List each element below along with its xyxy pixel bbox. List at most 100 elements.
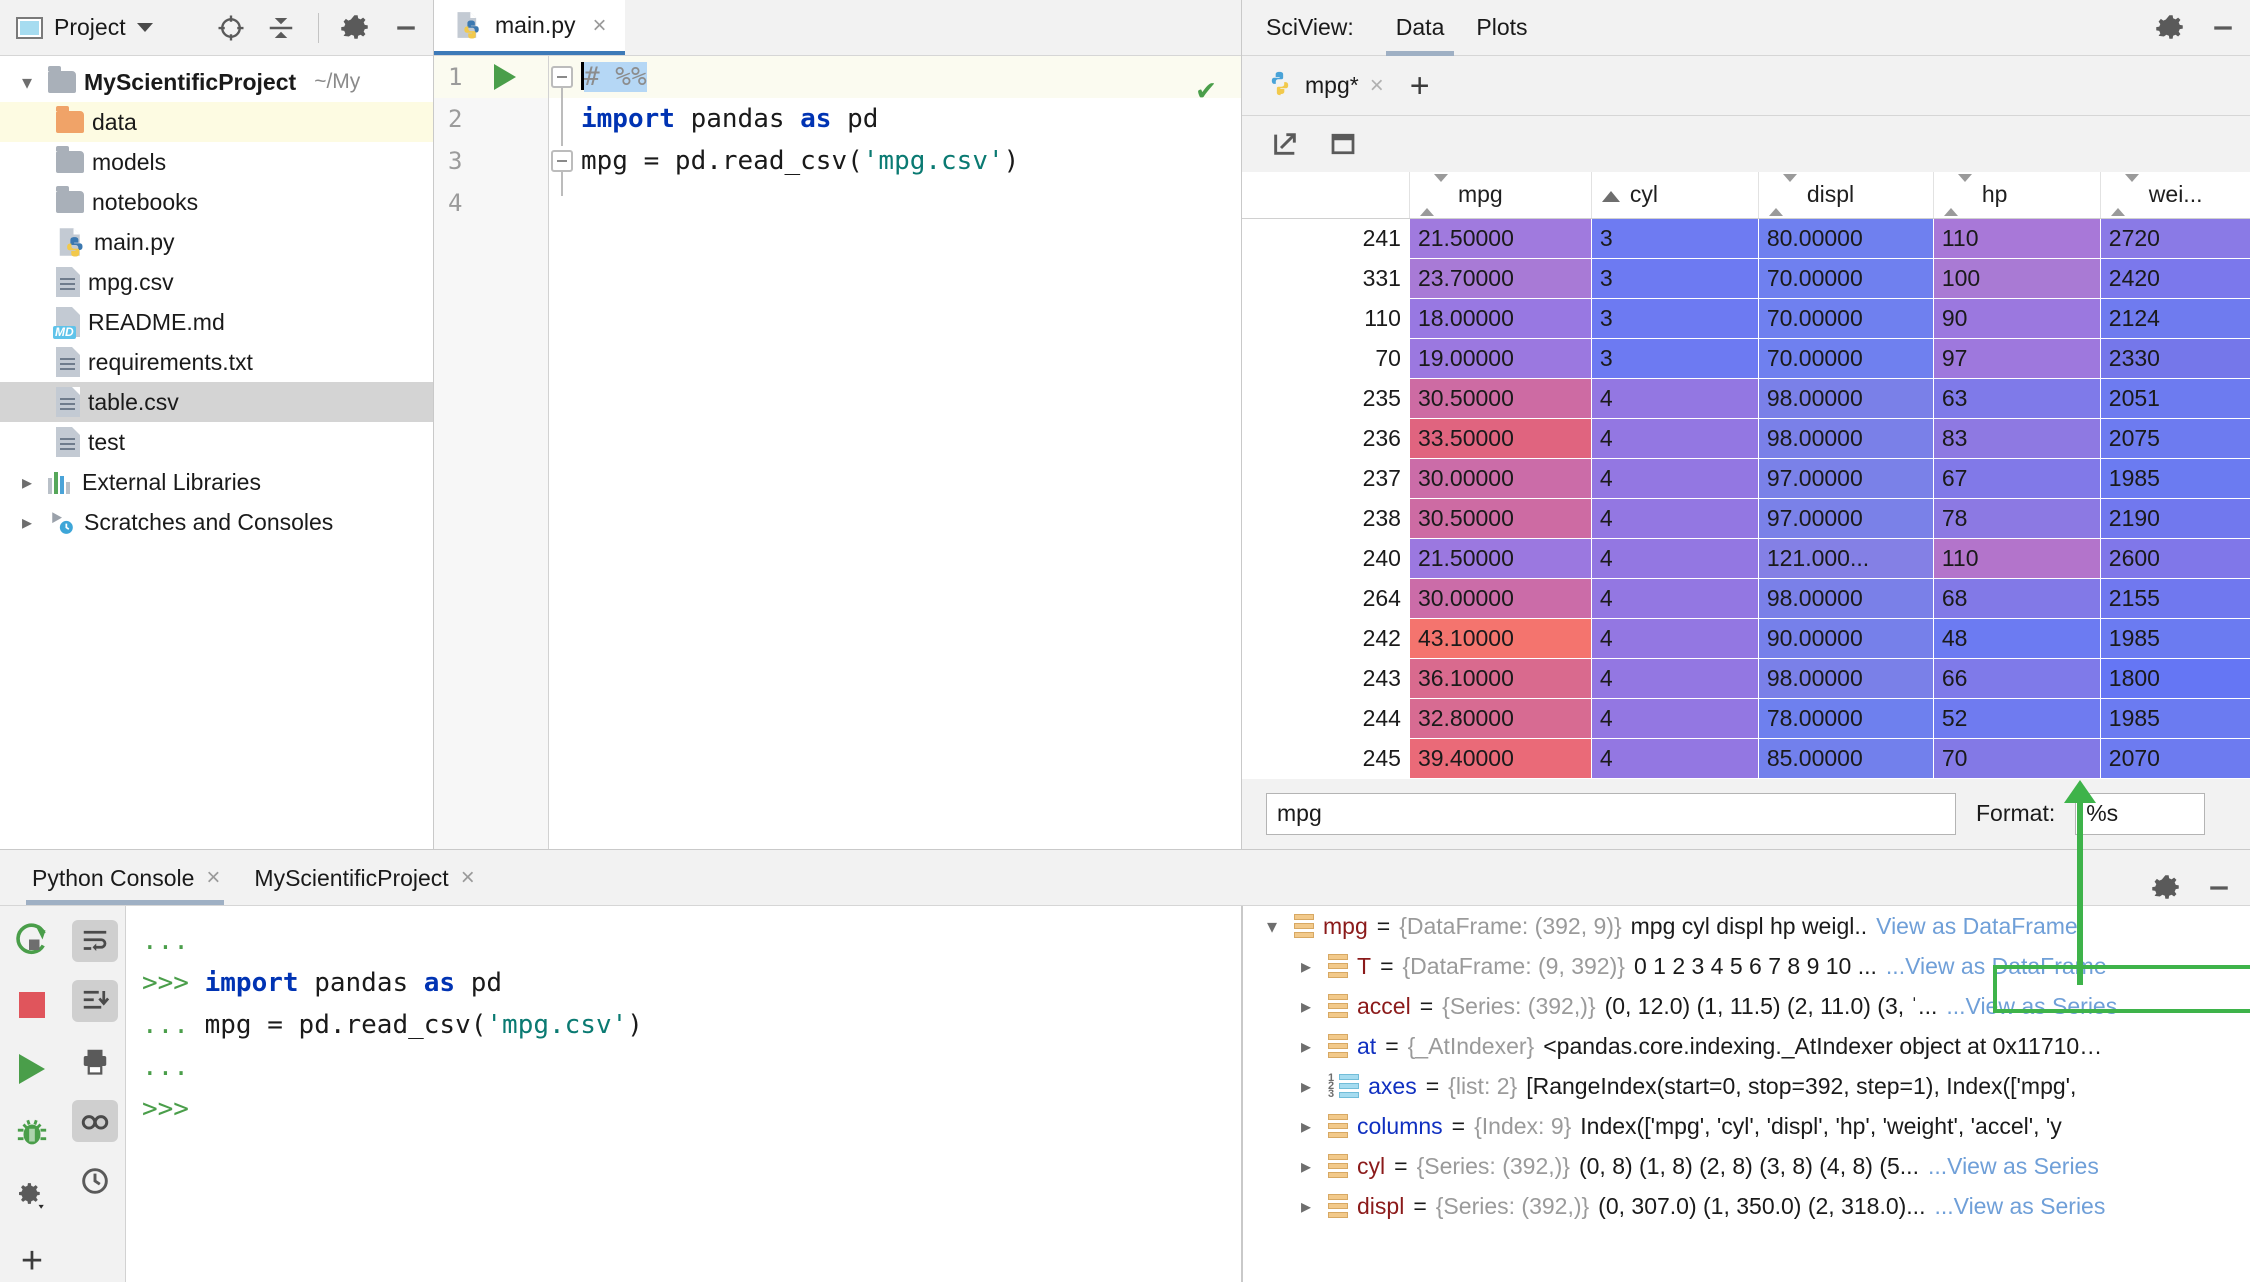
table-row[interactable]: 24243.10000490.0000048198521.5000 xyxy=(1242,617,2250,659)
tree-item-readme-md[interactable]: MD README.md xyxy=(0,302,433,342)
table-row[interactable]: 23830.50000497.0000078219014.1000 xyxy=(1242,497,2250,539)
table-cell[interactable]: 21.50000 xyxy=(1408,217,1592,259)
table-cell[interactable]: 1800 xyxy=(2099,657,2250,699)
tree-item-notebooks[interactable]: notebooks xyxy=(0,182,433,222)
table-row[interactable]: 26430.00000498.0000068215516.5000 xyxy=(1242,577,2250,619)
table-row[interactable]: 33123.70000370.00000100242012.5000 xyxy=(1242,257,2250,299)
tab-myscientificproject[interactable]: MyScientificProject × xyxy=(254,851,474,905)
chevron-right-icon[interactable]: ▸ xyxy=(1293,1154,1319,1179)
gear-icon[interactable] xyxy=(2150,871,2184,905)
tree-item-myscientificproject[interactable]: ▾ MyScientificProject ~/My xyxy=(0,62,433,102)
table-cell[interactable]: 3 xyxy=(1590,337,1759,379)
dataframe-table[interactable]: mpg cyl displ hp wei... acce 24121.50000… xyxy=(1242,172,2250,779)
table-cell[interactable]: 70.00000 xyxy=(1757,337,1934,379)
chevron-right-icon[interactable]: ▸ xyxy=(14,510,40,535)
variable-row[interactable]: ▸ at = {_AtIndexer} <pandas.core.indexing._A… xyxy=(1243,1026,2250,1066)
table-cell[interactable]: 19.00000 xyxy=(1408,337,1592,379)
tab-plots[interactable]: Plots xyxy=(1460,0,1543,56)
table-cell[interactable]: 2420 xyxy=(2099,257,2250,299)
table-cell[interactable]: 3 xyxy=(1590,297,1759,339)
table-cell[interactable]: 4 xyxy=(1590,497,1759,539)
table-row[interactable]: 23633.50000498.0000083207515.9000 xyxy=(1242,417,2250,459)
table-cell[interactable]: 98.00000 xyxy=(1757,577,1934,619)
code-line-2[interactable]: import pandas as pd xyxy=(549,98,1241,140)
minimize-icon[interactable] xyxy=(2206,11,2240,45)
table-cell[interactable]: 1985 xyxy=(2099,617,2250,659)
table-row[interactable]: 24539.40000485.0000070207018.6000 xyxy=(1242,737,2250,779)
table-cell[interactable]: 90 xyxy=(1932,297,2101,339)
variable-row[interactable]: ▸ columns = {Index: 9} Index(['mpg', 'cyl', … xyxy=(1243,1106,2250,1146)
tree-item-models[interactable]: models xyxy=(0,142,433,182)
chevron-right-icon[interactable]: ▸ xyxy=(1293,994,1319,1019)
table-cell[interactable]: 98.00000 xyxy=(1757,377,1934,419)
table-cell[interactable]: 4 xyxy=(1590,577,1759,619)
table-cell[interactable]: 121.000... xyxy=(1757,537,1934,579)
scroll-to-end-icon[interactable] xyxy=(71,980,118,1022)
table-cell[interactable]: 18.00000 xyxy=(1408,297,1592,339)
variable-row[interactable]: ▸ cyl = {Series: (392,)} (0, 8) (1, 8) (2, 8… xyxy=(1243,1146,2250,1186)
fold-marker-icon[interactable] xyxy=(551,66,573,88)
view-as-link[interactable]: ...View as Series xyxy=(1934,1193,2105,1220)
variable-row[interactable]: ▸ displ = {Series: (392,)} (0, 307.0) (1, 35… xyxy=(1243,1186,2250,1226)
close-icon[interactable]: × xyxy=(593,12,607,40)
table-cell[interactable]: 78 xyxy=(1932,497,2101,539)
tree-item-table-csv[interactable]: table.csv xyxy=(0,382,433,422)
table-cell[interactable]: 23.70000 xyxy=(1408,257,1592,299)
code-line-1[interactable]: # %% xyxy=(549,56,1241,98)
debug-icon[interactable] xyxy=(9,1112,55,1154)
data-tab-mpg[interactable]: mpg* × xyxy=(1266,69,1384,103)
gear-icon[interactable] xyxy=(339,11,373,45)
tree-item-requirements-txt[interactable]: requirements.txt xyxy=(0,342,433,382)
close-icon[interactable]: × xyxy=(206,864,220,892)
table-cell[interactable]: 21.50000 xyxy=(1408,537,1592,579)
minimize-icon[interactable] xyxy=(2202,871,2236,905)
column-header-displ[interactable]: displ xyxy=(1758,172,1934,219)
show-variables-icon[interactable] xyxy=(71,1100,118,1142)
add-data-tab-button[interactable]: + xyxy=(1410,69,1430,103)
table-row[interactable]: 23730.00000497.0000067198516.4000 xyxy=(1242,457,2250,499)
table-cell[interactable]: 97 xyxy=(1932,337,2101,379)
table-cell[interactable]: 4 xyxy=(1590,377,1759,419)
tree-item-external-libraries[interactable]: ▸ External Libraries xyxy=(0,462,433,502)
chevron-right-icon[interactable]: ▸ xyxy=(1293,1194,1319,1219)
table-cell[interactable]: 70 xyxy=(1932,737,2101,779)
column-header-index[interactable] xyxy=(1242,172,1410,219)
tab-python-console[interactable]: Python Console × xyxy=(25,851,225,905)
table-cell[interactable]: 36.10000 xyxy=(1408,657,1592,699)
sort-both-icon[interactable] xyxy=(2110,173,2139,216)
table-cell[interactable]: 67 xyxy=(1932,457,2101,499)
table-cell[interactable]: 3 xyxy=(1590,257,1759,299)
table-cell[interactable]: 52 xyxy=(1932,697,2101,739)
chevron-right-icon[interactable]: ▸ xyxy=(1293,954,1319,979)
console-output[interactable]: ... >>> import pandas as pd ... mpg = pd… xyxy=(126,906,1242,1282)
editor-code[interactable]: # %% import pandas as pd mpg = pd.read_c… xyxy=(549,56,1241,849)
soft-wrap-icon[interactable] xyxy=(71,920,118,962)
table-cell[interactable]: 4 xyxy=(1590,657,1759,699)
minimize-icon[interactable] xyxy=(389,11,423,45)
sort-both-icon[interactable] xyxy=(1768,173,1797,216)
table-cell[interactable]: 4 xyxy=(1590,537,1759,579)
run-icon[interactable] xyxy=(9,1048,55,1090)
table-cell[interactable]: 78.00000 xyxy=(1757,697,1934,739)
collapse-all-icon[interactable] xyxy=(264,11,298,45)
sort-both-icon[interactable] xyxy=(1943,173,1972,216)
table-cell[interactable]: 2124 xyxy=(2099,297,2250,339)
column-header-mpg[interactable]: mpg xyxy=(1409,172,1592,219)
table-row[interactable]: 24432.80000478.0000052198519.4000 xyxy=(1242,697,2250,739)
table-cell[interactable]: 110 xyxy=(1932,537,2101,579)
settings-icon[interactable] xyxy=(9,1176,55,1218)
table-cell[interactable]: 70.00000 xyxy=(1757,297,1934,339)
table-cell[interactable]: 80.00000 xyxy=(1757,217,1934,259)
fold-marker-icon[interactable] xyxy=(551,150,573,172)
table-row[interactable]: 23530.50000498.0000063205117.0000 xyxy=(1242,377,2250,419)
table-row[interactable]: 24336.10000498.0000066180014.4000 xyxy=(1242,657,2250,699)
run-cell-icon[interactable] xyxy=(494,64,516,90)
tree-item-scratches-and-consoles[interactable]: ▸ Scratches and Consoles xyxy=(0,502,433,542)
project-title-group[interactable]: Project xyxy=(16,14,153,41)
table-cell[interactable]: 2075 xyxy=(2099,417,2250,459)
table-row[interactable]: 24121.50000380.00000110272013.5000 xyxy=(1242,217,2250,259)
table-cell[interactable]: 30.00000 xyxy=(1408,457,1592,499)
chevron-right-icon[interactable]: ▸ xyxy=(1293,1074,1319,1099)
table-cell[interactable]: 63 xyxy=(1932,377,2101,419)
table-cell[interactable]: 4 xyxy=(1590,697,1759,739)
